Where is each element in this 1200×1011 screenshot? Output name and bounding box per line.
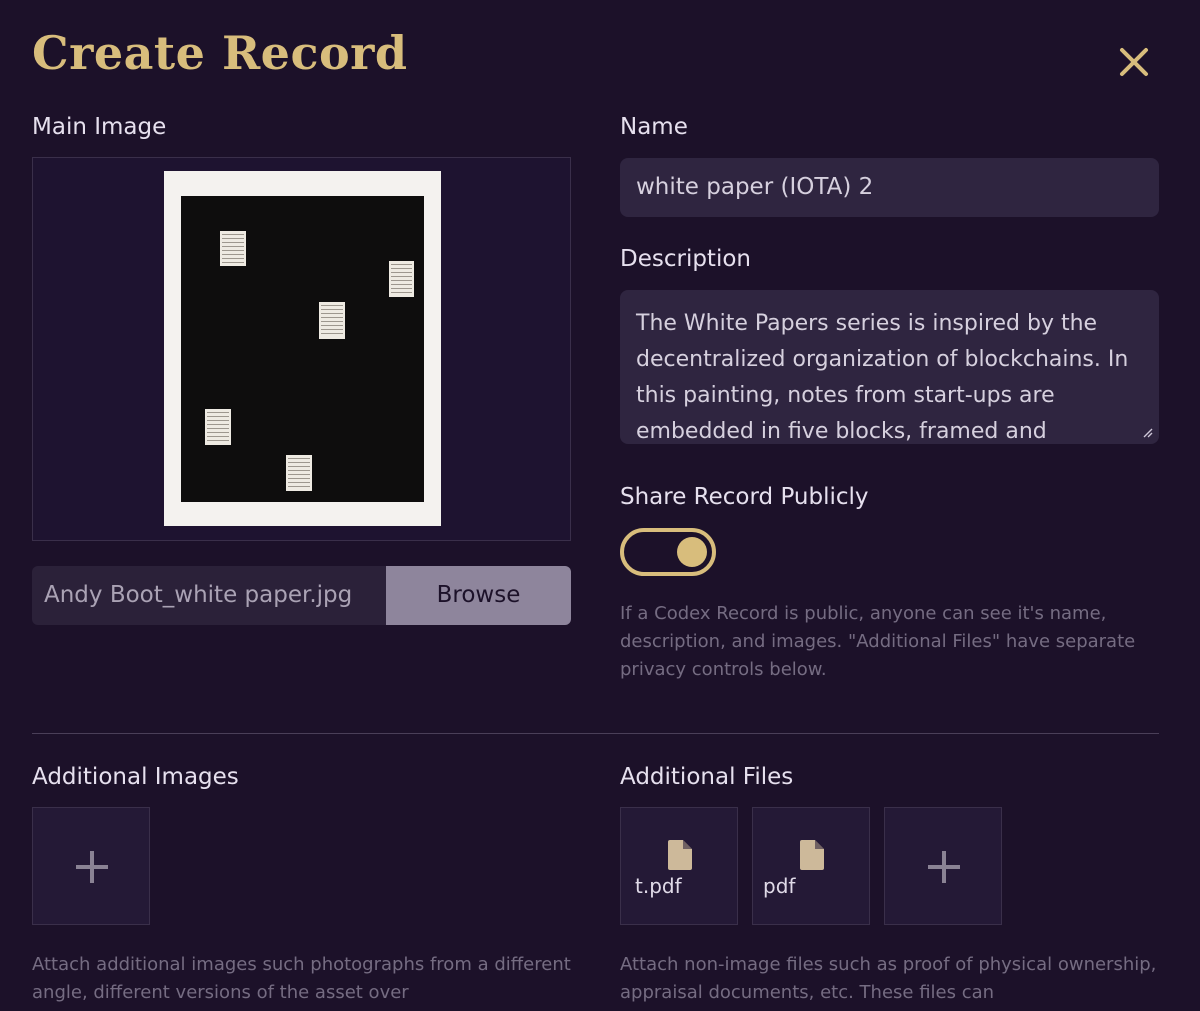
additional-images-help-text: Attach additional images such photograph…: [32, 954, 571, 1003]
document-icon: [668, 840, 692, 870]
share-label: Share Record Publicly: [620, 484, 869, 510]
plus-icon: [76, 851, 108, 883]
additional-files-help-text: Attach non-image files such as proof of …: [620, 954, 1157, 1003]
main-image-file-input: Andy Boot_white paper.jpg Browse: [32, 566, 571, 625]
file-tile[interactable]: pdf: [752, 807, 870, 925]
name-input[interactable]: white paper (IOTA) 2: [620, 158, 1159, 217]
description-label: Description: [620, 246, 751, 272]
file-tile[interactable]: t.pdf: [620, 807, 738, 925]
name-label: Name: [620, 114, 688, 140]
file-name-field[interactable]: Andy Boot_white paper.jpg: [32, 566, 386, 625]
plus-icon: [928, 851, 960, 883]
main-image-preview: [32, 157, 571, 541]
document-icon: [800, 840, 824, 870]
main-image-label: Main Image: [32, 114, 167, 140]
close-icon: [1120, 48, 1148, 76]
additional-images-label: Additional Images: [32, 764, 239, 790]
create-record-dialog: Create Record Main Image Andy Boot_white…: [0, 0, 1200, 1011]
artwork-image: [164, 171, 441, 526]
browse-button[interactable]: Browse: [386, 566, 571, 625]
toggle-knob: [677, 537, 707, 567]
share-toggle[interactable]: [620, 528, 716, 576]
file-name: t.pdf: [635, 874, 682, 898]
additional-files-label: Additional Files: [620, 764, 794, 790]
description-textarea[interactable]: The White Papers series is inspired by t…: [620, 290, 1159, 444]
add-image-button[interactable]: [32, 807, 150, 925]
close-button[interactable]: [1112, 40, 1156, 84]
share-help-text: If a Codex Record is public, anyone can …: [620, 603, 1136, 680]
file-name: pdf: [763, 874, 796, 898]
add-file-button[interactable]: [884, 807, 1002, 925]
section-divider: [32, 733, 1159, 734]
page-title: Create Record: [32, 26, 408, 80]
resize-handle-icon[interactable]: [1141, 426, 1153, 438]
description-text: The White Papers series is inspired by t…: [636, 311, 1129, 444]
